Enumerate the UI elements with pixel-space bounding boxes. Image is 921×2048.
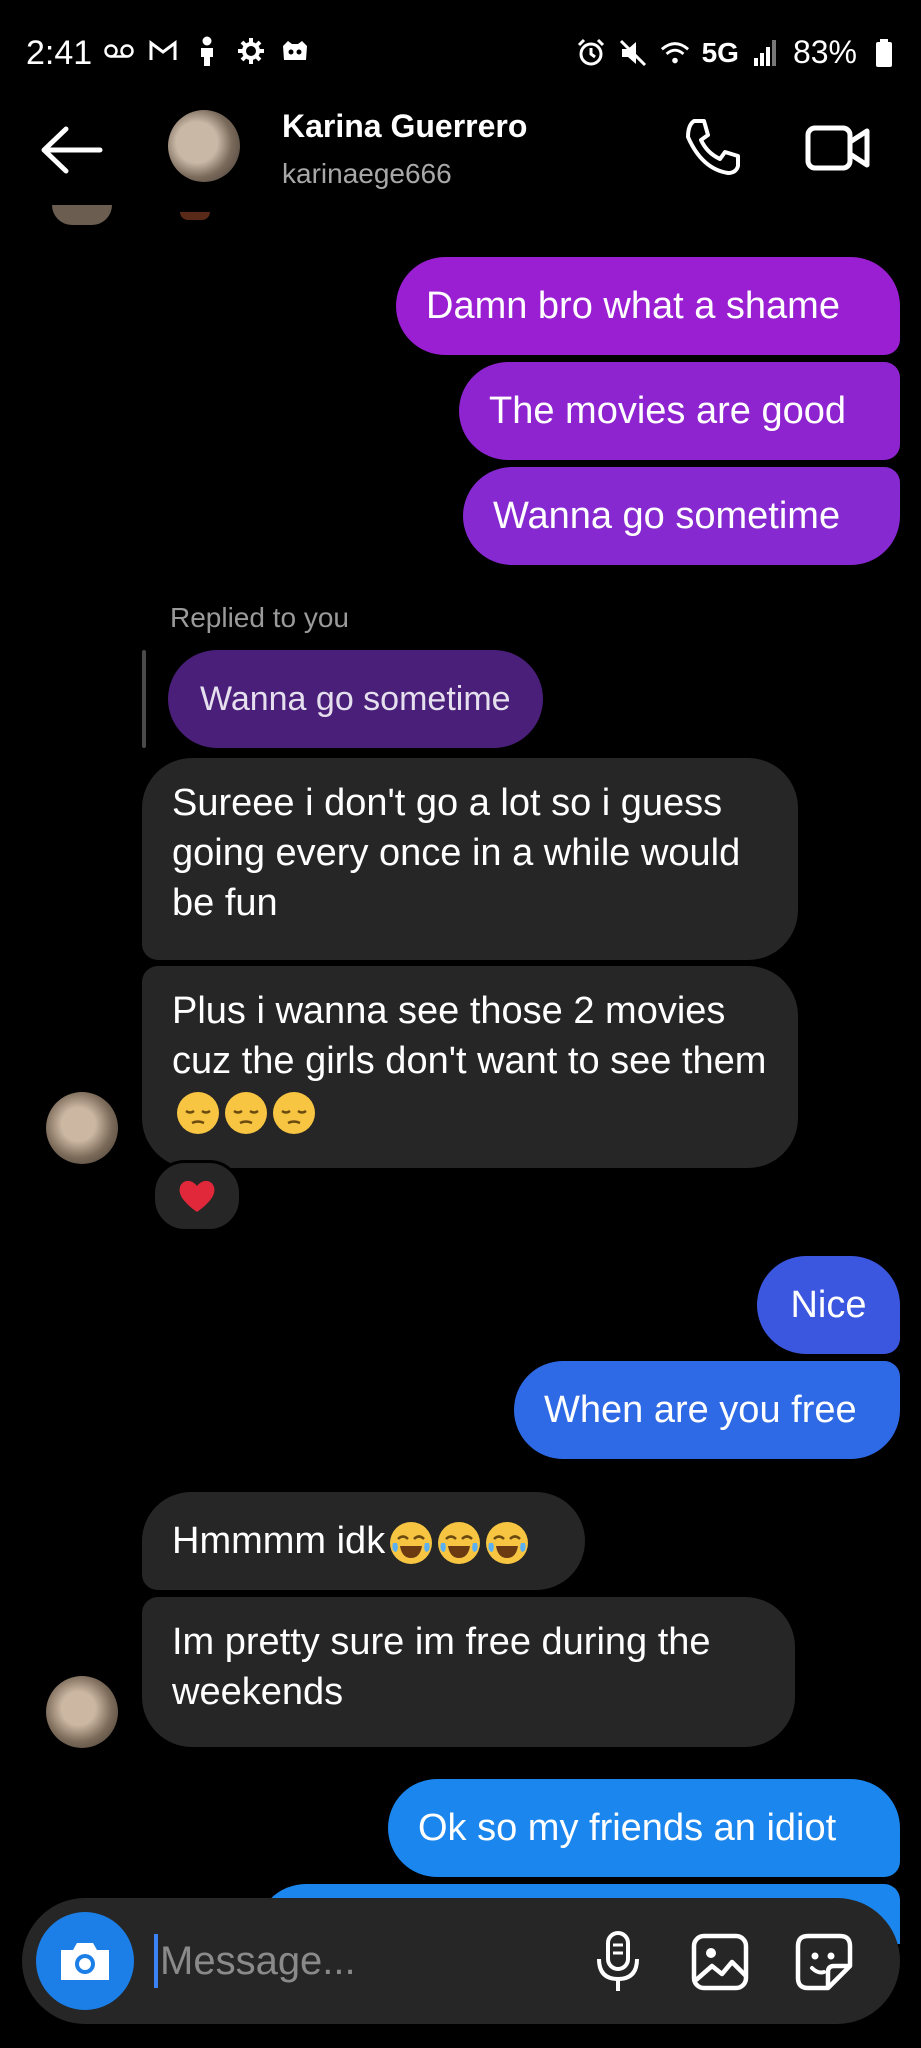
video-call-button[interactable] [805, 118, 871, 178]
sent-message-bubble[interactable]: Ok so my friends an idiot [388, 1779, 900, 1877]
voice-message-button[interactable] [586, 1930, 650, 1994]
message-text: Ok so my friends an idiot [418, 1807, 837, 1849]
sent-message-bubble[interactable]: Wanna go sometime [463, 467, 900, 565]
message-text: Sureee i don't go a lot so i guess going… [172, 782, 741, 924]
voicemail-icon [104, 36, 134, 66]
pensive-face-icon [273, 1091, 315, 1134]
message-input[interactable] [158, 1930, 562, 1992]
back-arrow-icon [41, 126, 103, 174]
game-icon [280, 36, 310, 66]
heart-icon [179, 1180, 215, 1212]
gmail-icon [148, 36, 178, 66]
phone-icon [686, 119, 740, 175]
sticker-button[interactable] [792, 1930, 856, 1994]
image-icon [691, 1933, 749, 1991]
signal-icon [751, 38, 781, 68]
battery-percent: 83% [792, 34, 857, 70]
reply-quote-text: Wanna go sometime [200, 679, 511, 718]
sent-message-bubble[interactable]: Nice [757, 1256, 900, 1354]
camera-icon [61, 1943, 109, 1980]
voice-call-button[interactable] [680, 115, 744, 179]
wifi-icon [660, 38, 690, 68]
message-text: When are you free [544, 1389, 857, 1431]
mute-icon [618, 38, 648, 68]
status-time: 2:41 [26, 34, 93, 72]
status-system-icons: 5G 83% [576, 34, 899, 71]
network-label: 5G [701, 36, 739, 68]
tears-of-joy-icon [486, 1521, 529, 1564]
sent-message-bubble[interactable]: When are you free [514, 1361, 900, 1459]
contact-handle[interactable]: karinaege666 [282, 158, 452, 190]
sender-avatar[interactable] [46, 1092, 118, 1164]
back-button[interactable] [38, 125, 108, 175]
message-text: Nice [790, 1284, 867, 1326]
reply-indicator-bar [142, 650, 146, 748]
sent-message-bubble[interactable]: Damn bro what a shame [396, 257, 900, 355]
message-text: Plus i wanna see those 2 movies cuz the … [172, 990, 767, 1082]
pensive-face-icon [177, 1091, 219, 1134]
replied-message-preview[interactable]: Wanna go sometime [168, 650, 543, 748]
sender-avatar[interactable] [46, 1676, 118, 1748]
received-message-bubble[interactable]: Hmmmm idk [142, 1492, 585, 1590]
received-message-bubble[interactable]: Sureee i don't go a lot so i guess going… [142, 758, 798, 960]
message-text: Damn bro what a shame [426, 285, 840, 327]
person-icon [192, 36, 222, 66]
received-message-bubble[interactable]: Plus i wanna see those 2 movies cuz the … [142, 966, 798, 1168]
message-text: Wanna go sometime [493, 495, 841, 537]
video-camera-icon [805, 125, 870, 171]
message-text: Hmmmm idk [172, 1520, 386, 1562]
sticker-icon [795, 1933, 853, 1991]
message-text: Im pretty sure im free during the weeken… [172, 1621, 711, 1713]
message-text: The movies are good [489, 390, 846, 432]
sent-message-bubble[interactable]: The movies are good [459, 362, 900, 460]
pensive-face-icon [225, 1091, 267, 1134]
message-reaction[interactable] [152, 1160, 242, 1232]
scrolled-reaction [180, 212, 210, 220]
scrolled-avatar [52, 205, 112, 225]
contact-name[interactable]: Karina Guerrero [282, 108, 527, 145]
microphone-icon [597, 1931, 639, 1991]
alarm-icon [576, 38, 606, 68]
tears-of-joy-icon [438, 1521, 481, 1564]
settings-icon [236, 36, 266, 66]
status-notification-icons [104, 36, 310, 66]
gallery-button[interactable] [688, 1930, 752, 1994]
received-message-bubble[interactable]: Im pretty sure im free during the weeken… [142, 1597, 795, 1747]
tears-of-joy-icon [390, 1521, 433, 1564]
camera-button[interactable] [36, 1912, 134, 2010]
battery-icon [869, 38, 899, 68]
contact-avatar[interactable] [168, 110, 240, 182]
reply-label: Replied to you [170, 602, 350, 633]
